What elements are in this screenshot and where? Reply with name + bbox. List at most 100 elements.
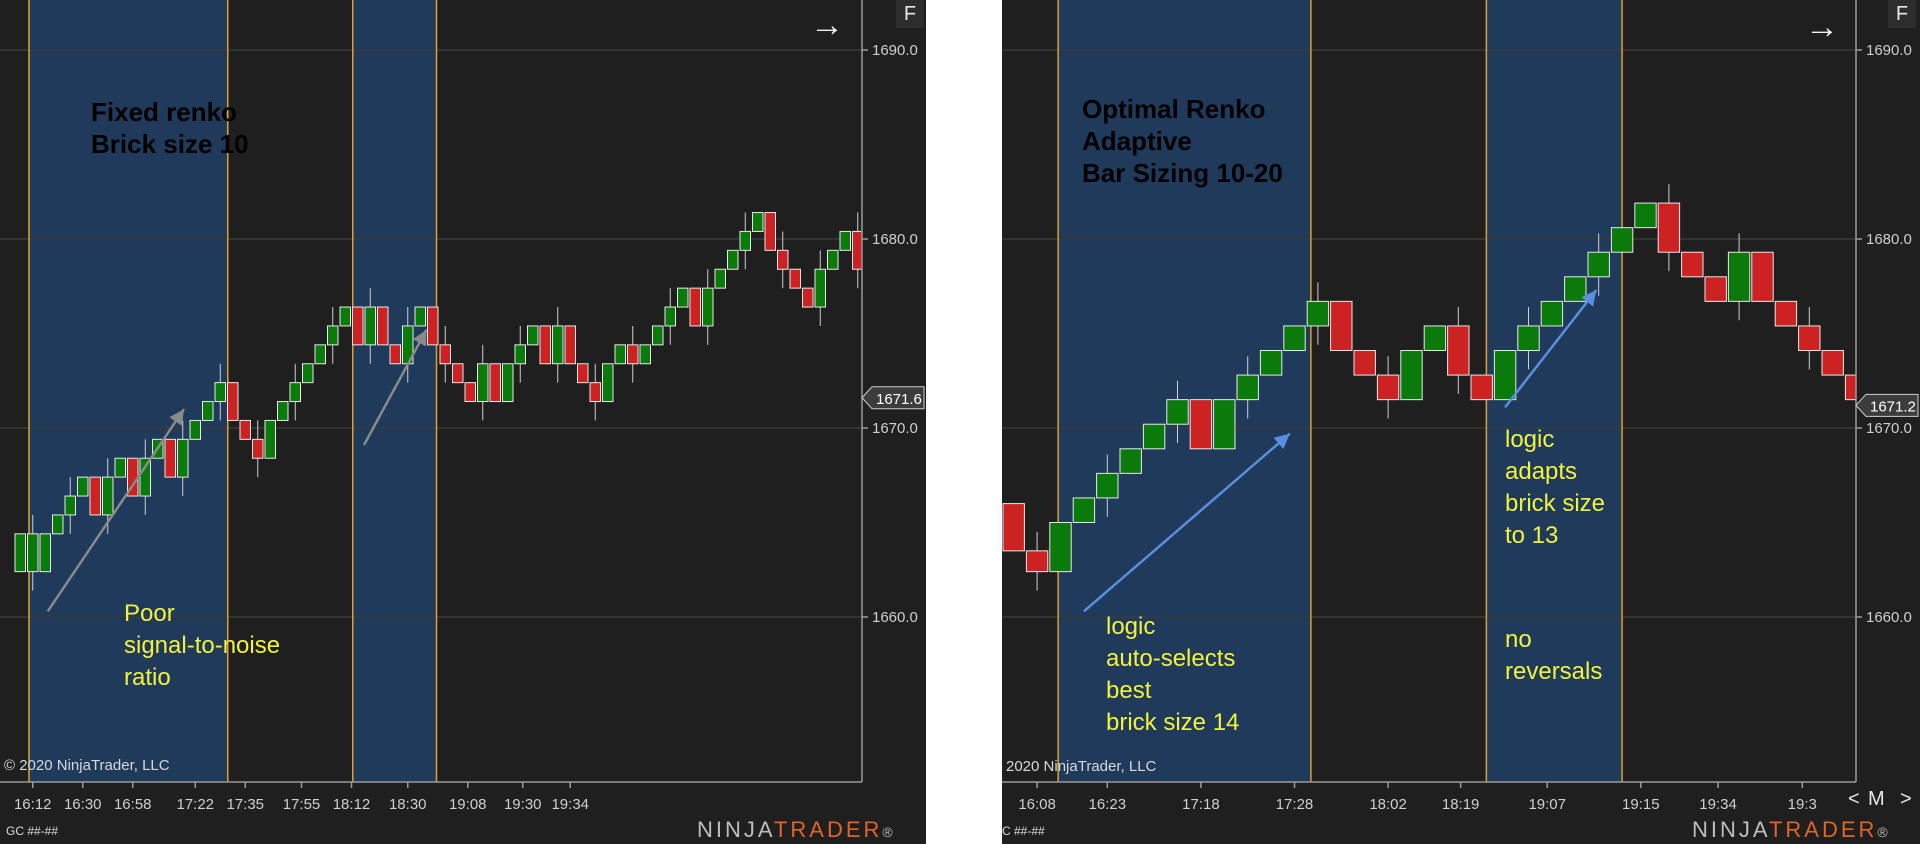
x-tick-label: 18:30 — [389, 796, 427, 813]
candle-down — [1353, 350, 1376, 376]
candle-up — [477, 363, 489, 403]
candle-down — [1821, 350, 1844, 376]
x-tick-label: 17:18 — [1182, 796, 1220, 813]
candle-down — [539, 325, 551, 365]
x-tick-label: 17:35 — [226, 796, 264, 813]
scroll-right-button[interactable]: > — [1900, 788, 1912, 811]
candle-down — [377, 306, 389, 346]
candle-down — [439, 344, 451, 365]
x-tick-label: 17:22 — [176, 796, 214, 813]
x-tick-label: 16:58 — [114, 796, 152, 813]
y-tick-label: 1670.0 — [872, 420, 918, 437]
x-tick-label: 16:08 — [1018, 796, 1056, 813]
candle-up — [102, 476, 114, 516]
f-button[interactable]: F — [1888, 0, 1916, 28]
x-tick-label: 19:07 — [1528, 796, 1566, 813]
annotation-no-reversals: no reversals — [1505, 626, 1603, 685]
x-tick-label: 17:55 — [283, 796, 321, 813]
candle-up — [364, 306, 376, 346]
candle-up — [139, 457, 151, 497]
y-tick-label: 1660.0 — [872, 609, 918, 626]
x-tick-label: 19:34 — [1699, 796, 1737, 813]
candle-up — [177, 438, 189, 478]
brand-trader: TRADER — [773, 817, 883, 842]
candle-up — [1423, 325, 1447, 352]
candle-down — [464, 382, 476, 403]
candle-down — [789, 268, 801, 289]
candle-down — [1704, 276, 1727, 302]
candle-up — [302, 363, 314, 384]
candle-up — [1072, 497, 1096, 523]
candle-up — [52, 514, 64, 535]
candle-up — [1236, 374, 1259, 401]
candle-up — [1049, 522, 1072, 573]
candle-up — [64, 495, 76, 516]
candle-down — [627, 344, 639, 365]
y-tick-label: 1690.0 — [872, 42, 918, 59]
chart-panel-fixed-renko: 1660.0 1670.0 1680.0 1690.0 1671.6 16:12 16:30… — [0, 0, 926, 844]
candle-up — [1634, 202, 1657, 229]
candle-down — [389, 344, 401, 365]
candle-up — [1142, 423, 1166, 450]
x-tick-label: 18:12 — [333, 796, 371, 813]
candle-down — [689, 287, 701, 327]
candle-up — [602, 363, 614, 403]
candle-up — [727, 249, 739, 270]
arrow-right-icon[interactable]: → — [1805, 10, 1839, 44]
mode-button[interactable]: M — [1868, 788, 1885, 811]
last-price-label: 1671.2 — [1870, 398, 1916, 415]
candle-up — [714, 268, 726, 289]
arrow-right-icon[interactable]: → — [810, 8, 844, 42]
x-tick-label: 19:3 — [1788, 796, 1817, 813]
candle-up — [827, 249, 839, 270]
candle-up — [339, 306, 351, 327]
y-tick-label: 1670.0 — [1866, 420, 1912, 437]
candle-up — [27, 533, 39, 573]
instrument-label: GC ##-## — [6, 824, 59, 838]
brand-ninja: NINJA — [1692, 817, 1769, 842]
x-tick-label: 18:02 — [1369, 796, 1407, 813]
candle-up — [527, 325, 539, 346]
candle-up — [39, 533, 51, 573]
candle-up — [1587, 251, 1610, 278]
x-tick-label: 19:15 — [1622, 796, 1660, 813]
y-tick-label: 1680.0 — [1866, 231, 1912, 248]
copyright-text: 2020 NinjaTrader, LLC — [1006, 758, 1157, 775]
candle-up — [327, 325, 339, 346]
candle-down — [564, 325, 576, 365]
candle-down — [1657, 202, 1681, 253]
candle-up — [1119, 448, 1142, 474]
y-tick-label: 1660.0 — [1866, 609, 1912, 626]
candle-up — [552, 325, 564, 365]
candle-up — [114, 457, 126, 478]
candle-up — [514, 344, 526, 365]
brand-ninja: NINJA — [697, 817, 774, 842]
annotation-poor-signal: Poor signal-to-noise ratio — [124, 600, 281, 691]
annotation-adapts: logic adapts brick size to 13 — [1505, 426, 1606, 549]
candle-down — [802, 287, 814, 308]
x-tick-label: 16:30 — [64, 796, 102, 813]
candle-up — [1096, 472, 1119, 499]
candle-up — [1283, 325, 1306, 352]
candle-up — [702, 287, 714, 327]
x-tick-label: 19:08 — [449, 796, 487, 813]
candle-up — [1564, 276, 1587, 302]
candle-down — [1330, 300, 1353, 352]
f-button[interactable]: F — [896, 0, 924, 28]
y-axis-background — [862, 0, 926, 822]
candle-up — [677, 287, 689, 308]
candle-up — [1166, 399, 1189, 425]
candle-up — [1306, 300, 1330, 327]
candle-up — [839, 230, 851, 251]
candle-up — [314, 344, 326, 365]
brand-reg: ® — [882, 824, 896, 840]
chart-title: Fixed renko Brick size 10 — [91, 97, 249, 159]
candle-down — [1751, 251, 1774, 302]
candle-down — [577, 363, 589, 384]
candle-up — [14, 533, 26, 573]
candle-down — [1774, 300, 1798, 327]
scroll-left-button[interactable]: < — [1848, 788, 1860, 811]
last-price-label: 1671.6 — [876, 391, 922, 408]
y-tick-label: 1680.0 — [872, 231, 918, 248]
x-tick-label: 19:30 — [504, 796, 542, 813]
